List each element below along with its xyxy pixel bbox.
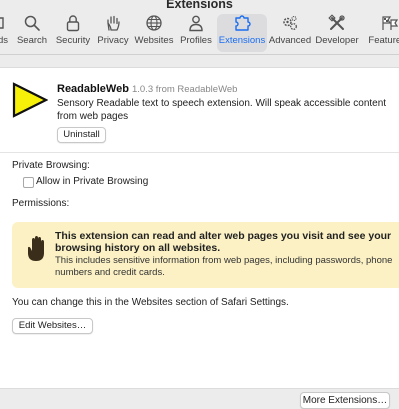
tab-partial[interactable]: ds xyxy=(0,14,12,52)
partial-icon xyxy=(0,17,4,29)
tab-developer[interactable]: Developer xyxy=(315,14,359,52)
search-icon xyxy=(24,15,40,31)
websites-note: You can change this in the Websites sect… xyxy=(12,297,289,308)
extension-description: Sensory Readable text to speech extensio… xyxy=(57,98,387,122)
extension-title: ReadableWeb 1.0.3 from ReadableWeb xyxy=(57,83,237,95)
person-icon xyxy=(189,15,203,32)
tab-label: Developer xyxy=(315,35,359,46)
tab-advanced[interactable]: Advanced xyxy=(268,14,312,52)
tab-security[interactable]: Security xyxy=(55,14,91,52)
tab-label: ds xyxy=(0,35,9,46)
divider xyxy=(0,152,399,153)
private-browsing-heading: Private Browsing: xyxy=(12,160,90,171)
tab-profiles[interactable]: Profiles xyxy=(179,14,213,52)
hand-icon xyxy=(107,15,120,31)
yellow-play-triangle-icon xyxy=(12,82,48,118)
warning-body: This includes sensitive information from… xyxy=(55,255,393,278)
tab-label: Extensions xyxy=(218,35,266,46)
extension-version: 1.0.3 from ReadableWeb xyxy=(132,84,238,95)
tab-extensions[interactable]: Extensions xyxy=(217,14,267,52)
more-extensions-button[interactable]: More Extensions… xyxy=(300,392,390,409)
tab-label: Security xyxy=(55,35,91,46)
lock-icon xyxy=(66,15,80,32)
tab-websites[interactable]: Websites xyxy=(135,14,173,52)
tab-label: Search xyxy=(16,35,48,46)
permission-warning-banner: This extension can read and alter web pa… xyxy=(12,222,399,288)
flags-icon xyxy=(382,16,398,30)
private-browsing-label[interactable]: Allow in Private Browsing xyxy=(36,176,148,187)
gears-icon xyxy=(283,15,297,30)
permissions-heading: Permissions: xyxy=(12,198,70,209)
extension-name: ReadableWeb xyxy=(57,83,129,95)
tab-label: Feature F xyxy=(368,35,399,46)
tab-label: Advanced xyxy=(268,35,312,46)
puzzle-icon xyxy=(235,15,251,31)
tab-label: Websites xyxy=(134,35,174,46)
tab-feature-flags[interactable]: Feature F xyxy=(364,14,399,52)
globe-icon xyxy=(146,15,162,31)
warning-title: This extension can read and alter web pa… xyxy=(55,230,392,254)
uninstall-button[interactable]: Uninstall xyxy=(57,127,106,143)
hand-stop-icon xyxy=(27,236,44,261)
toolbar: Extensions ds Search Security Privacy We… xyxy=(0,0,399,55)
private-browsing-checkbox[interactable] xyxy=(23,177,34,188)
extension-detail-panel: ReadableWeb 1.0.3 from ReadableWeb Senso… xyxy=(0,67,399,389)
tab-search[interactable]: Search xyxy=(17,14,47,52)
window-title: Extensions xyxy=(166,0,233,11)
tab-label: Profiles xyxy=(180,35,212,46)
tools-icon xyxy=(328,14,345,30)
tab-label: Privacy xyxy=(97,35,129,46)
edit-websites-button[interactable]: Edit Websites… xyxy=(12,318,93,334)
tab-privacy[interactable]: Privacy xyxy=(97,14,129,52)
